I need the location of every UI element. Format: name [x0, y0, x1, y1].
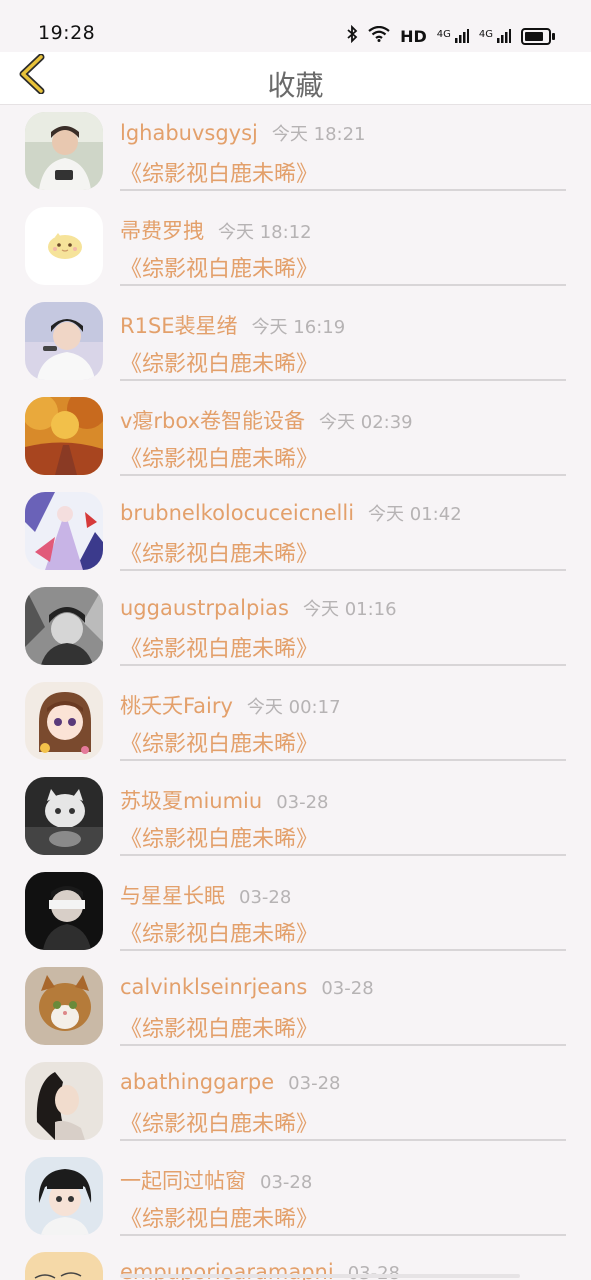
timestamp: 今天 01:16 — [302, 599, 397, 620]
book-title[interactable]: 《综影视白鹿未晞》 — [120, 156, 318, 188]
battery-icon — [521, 27, 555, 45]
user-name[interactable]: 一起同过帖窗 — [120, 1169, 246, 1193]
avatar[interactable] — [25, 872, 103, 950]
app-header: 收藏 — [0, 52, 591, 105]
timestamp: 今天 00:17 — [246, 697, 341, 718]
status-icons: HD 4G 4G — [346, 22, 555, 50]
page-title: 收藏 — [267, 69, 324, 102]
book-title[interactable]: 《综影视白鹿未晞》 — [120, 631, 318, 663]
wifi-icon — [368, 25, 390, 46]
timestamp: 今天 16:19 — [251, 317, 346, 338]
timestamp: 03-28 — [288, 1073, 341, 1094]
avatar[interactable] — [25, 1062, 103, 1140]
avatar[interactable] — [25, 777, 103, 855]
book-title[interactable]: 《综影视白鹿未晞》 — [120, 1106, 318, 1138]
user-name[interactable]: calvinklseinrjeans — [120, 975, 307, 999]
timestamp: 今天 18:12 — [218, 222, 312, 243]
user-name[interactable]: 桃夭夭Fairy — [120, 694, 233, 718]
book-title[interactable]: 《综影视白鹿未晞》 — [120, 821, 318, 853]
timestamp: 03-28 — [239, 887, 292, 908]
book-title[interactable]: 《综影视白鹿未晞》 — [120, 1011, 318, 1043]
hd-indicator: HD — [400, 26, 427, 46]
favorites-list: lghabuvsgysj 今天 18:21 《综影视白鹿未晞》 帚费罗拽 今天 18… — [0, 104, 591, 1280]
status-time: 19:28 — [38, 22, 96, 44]
signal-icon-2: 4G — [479, 29, 511, 43]
list-item[interactable]: R1SE裴星绪 今天 16:19 《综影视白鹿未晞》 — [0, 294, 591, 389]
item-content: R1SE裴星绪 今天 16:19 《综影视白鹿未晞》 — [120, 304, 566, 381]
list-item[interactable]: 帚费罗拽 今天 18:12 《综影视白鹿未晞》 — [0, 199, 591, 294]
list-item[interactable]: abathinggarpe 03-28 《综影视白鹿未晞》 — [0, 1054, 591, 1149]
timestamp: 今天 02:39 — [319, 412, 413, 433]
avatar[interactable] — [25, 397, 103, 475]
avatar[interactable] — [25, 112, 103, 190]
item-content: calvinklseinrjeans 03-28 《综影视白鹿未晞》 — [120, 969, 566, 1046]
book-title[interactable]: 《综影视白鹿未晞》 — [120, 441, 318, 473]
list-item[interactable]: v瘪rbox卷智能设备 今天 02:39 《综影视白鹿未晞》 — [0, 389, 591, 484]
user-name[interactable]: abathinggarpe — [120, 1070, 274, 1094]
timestamp: 03-28 — [260, 1172, 313, 1193]
book-title[interactable]: 《综影视白鹿未晞》 — [120, 726, 318, 758]
item-content: 苏圾夏miumiu 03-28 《综影视白鹿未晞》 — [120, 779, 566, 856]
avatar[interactable] — [25, 492, 103, 570]
user-name[interactable]: 帚费罗拽 — [120, 219, 204, 243]
list-item[interactable]: uggaustrpalpias 今天 01:16 《综影视白鹿未晞》 — [0, 579, 591, 674]
item-content: brubnelkolocuceicnelli 今天 01:42 《综影视白鹿未晞》 — [120, 494, 566, 571]
item-content: 一起同过帖窗 03-28 《综影视白鹿未晞》 — [120, 1159, 566, 1236]
user-name[interactable]: v瘪rbox卷智能设备 — [120, 409, 305, 433]
timestamp: 03-28 — [276, 792, 329, 813]
avatar[interactable] — [25, 207, 103, 285]
signal-icon-1: 4G — [437, 29, 469, 43]
item-content: 帚费罗拽 今天 18:12 《综影视白鹿未晞》 — [120, 209, 566, 286]
avatar[interactable] — [25, 302, 103, 380]
user-name[interactable]: uggaustrpalpias — [120, 596, 289, 620]
timestamp: 今天 01:42 — [368, 504, 462, 525]
book-title[interactable]: 《综影视白鹿未晞》 — [120, 1201, 318, 1233]
user-name[interactable]: 苏圾夏miumiu — [120, 789, 262, 813]
book-title[interactable]: 《综影视白鹿未晞》 — [120, 251, 318, 283]
avatar[interactable] — [25, 1157, 103, 1235]
user-name[interactable]: lghabuvsgysj — [120, 121, 258, 145]
avatar[interactable] — [25, 1252, 103, 1280]
list-item[interactable]: 桃夭夭Fairy 今天 00:17 《综影视白鹿未晞》 — [0, 674, 591, 769]
book-title[interactable]: 《综影视白鹿未晞》 — [120, 916, 318, 948]
avatar[interactable] — [25, 967, 103, 1045]
book-title[interactable]: 《综影视白鹿未晞》 — [120, 536, 318, 568]
list-item[interactable]: 苏圾夏miumiu 03-28 《综影视白鹿未晞》 — [0, 769, 591, 864]
item-content: 桃夭夭Fairy 今天 00:17 《综影视白鹿未晞》 — [120, 684, 566, 761]
list-item[interactable]: 与星星长眠 03-28 《综影视白鹿未晞》 — [0, 864, 591, 959]
scroll-indicator[interactable] — [120, 1274, 520, 1278]
list-item[interactable]: lghabuvsgysj 今天 18:21 《综影视白鹿未晞》 — [0, 104, 591, 199]
timestamp: 03-28 — [321, 978, 374, 999]
timestamp: 今天 18:21 — [271, 124, 366, 145]
list-item[interactable]: calvinklseinrjeans 03-28 《综影视白鹿未晞》 — [0, 959, 591, 1054]
list-item[interactable]: brubnelkolocuceicnelli 今天 01:42 《综影视白鹿未晞》 — [0, 484, 591, 579]
item-content: 与星星长眠 03-28 《综影视白鹿未晞》 — [120, 874, 566, 951]
user-name[interactable]: R1SE裴星绪 — [120, 314, 238, 338]
item-content: abathinggarpe 03-28 《综影视白鹿未晞》 — [120, 1064, 566, 1141]
status-bar: 19:28 HD 4G 4G — [0, 0, 591, 52]
list-item[interactable]: 一起同过帖窗 03-28 《综影视白鹿未晞》 — [0, 1149, 591, 1244]
user-name[interactable]: brubnelkolocuceicnelli — [120, 501, 354, 525]
book-title[interactable]: 《综影视白鹿未晞》 — [120, 346, 318, 378]
user-name[interactable]: 与星星长眠 — [120, 884, 225, 908]
avatar[interactable] — [25, 587, 103, 665]
bluetooth-icon — [346, 24, 358, 47]
item-content: lghabuvsgysj 今天 18:21 《综影视白鹿未晞》 — [120, 114, 566, 191]
item-content: v瘪rbox卷智能设备 今天 02:39 《综影视白鹿未晞》 — [120, 399, 566, 476]
item-content: uggaustrpalpias 今天 01:16 《综影视白鹿未晞》 — [120, 589, 566, 666]
avatar[interactable] — [25, 682, 103, 760]
